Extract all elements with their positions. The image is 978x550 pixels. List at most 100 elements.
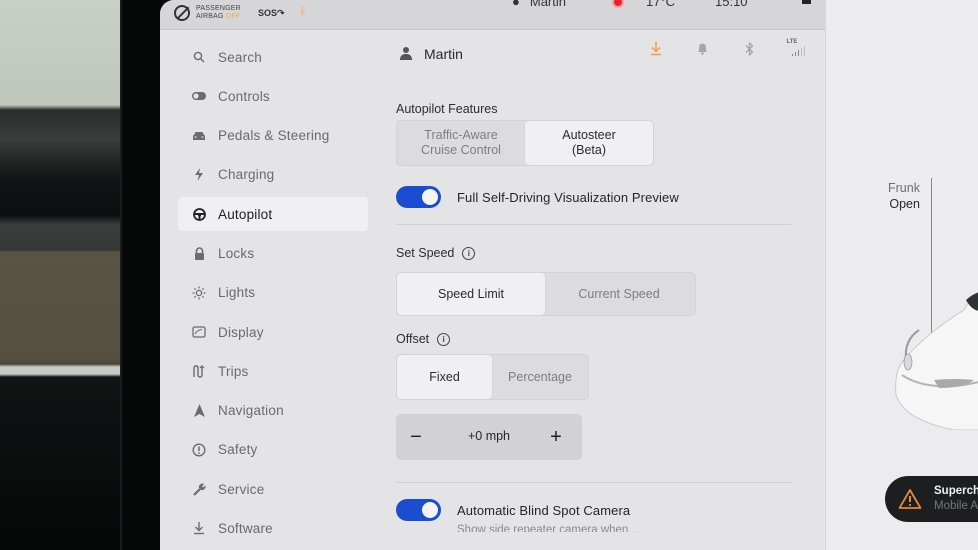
option-label-line2: Cruise Control bbox=[421, 143, 501, 157]
sidebar-item-safety[interactable]: Safety bbox=[178, 433, 368, 467]
sidebar-item-label: Locks bbox=[218, 245, 255, 261]
airbag-line2: AIRBAG bbox=[196, 13, 224, 20]
sidebar-item-search[interactable]: Search bbox=[178, 40, 368, 74]
offset-selector: Fixed Percentage bbox=[396, 354, 589, 400]
section-divider bbox=[396, 482, 791, 483]
autopilot-features-label: Autopilot Features bbox=[396, 102, 796, 116]
header-icons: LTE bbox=[632, 39, 820, 61]
alert-circle-icon bbox=[192, 443, 206, 457]
option-label-line2: (Beta) bbox=[571, 143, 607, 157]
option-label: Fixed bbox=[429, 369, 460, 384]
dashcam-record-icon[interactable] bbox=[612, 0, 624, 8]
sos-button[interactable]: SOS↷ bbox=[258, 8, 285, 19]
warning-triangle-icon bbox=[898, 489, 922, 509]
option-autosteer-beta[interactable]: Autosteer (Beta) bbox=[525, 121, 653, 165]
toggle-icon bbox=[192, 89, 206, 103]
sidebar-item-label: Software bbox=[218, 521, 273, 537]
blind-spot-camera-description: Show side repeater camera when... bbox=[457, 524, 638, 532]
frunk-label: Frunk bbox=[888, 181, 920, 195]
trips-icon bbox=[192, 364, 206, 378]
section-divider bbox=[396, 224, 791, 225]
airbag-off-icon bbox=[174, 5, 190, 21]
car-icon bbox=[192, 129, 206, 143]
frunk-status[interactable]: Frunk Open bbox=[888, 180, 920, 212]
outside-temperature: 17°C bbox=[646, 0, 676, 9]
sidebar-item-software[interactable]: Software bbox=[178, 512, 368, 546]
car-render bbox=[895, 292, 978, 430]
supercharger-alert[interactable]: Superchar... Mobile A... bbox=[885, 476, 978, 522]
autopilot-features-heading: Autopilot Features bbox=[396, 102, 498, 116]
alert-text: Superchar... Mobile A... bbox=[934, 484, 978, 514]
increase-offset-button[interactable]: + bbox=[536, 414, 576, 460]
lock-status-icon[interactable] bbox=[802, 0, 811, 4]
profile-name: Martin bbox=[529, 0, 566, 9]
offset-heading: Offset bbox=[396, 332, 430, 346]
option-traffic-aware-cruise-control[interactable]: Traffic-Aware Cruise Control bbox=[397, 121, 525, 165]
plus-icon: + bbox=[550, 425, 562, 448]
sidebar-item-label: Controls bbox=[218, 88, 270, 104]
option-fixed[interactable]: Fixed bbox=[397, 355, 492, 399]
blind-spot-camera-toggle[interactable] bbox=[396, 499, 441, 521]
navigation-arrow-icon bbox=[192, 404, 206, 418]
wrench-icon bbox=[192, 482, 206, 496]
background-scene bbox=[0, 0, 125, 550]
sidebar-item-locks[interactable]: Locks bbox=[178, 236, 368, 270]
sidebar-item-charging[interactable]: Charging bbox=[178, 158, 368, 192]
option-speed-limit[interactable]: Speed Limit bbox=[397, 273, 545, 315]
bell-icon[interactable] bbox=[679, 42, 726, 61]
profile-name: Martin bbox=[424, 46, 463, 62]
status-bar: PASSENGER AIRBAG OFF SOS↷ ⤓ ● Martin 17°… bbox=[160, 0, 825, 30]
autopilot-features-selector: Traffic-Aware Cruise Control Autosteer (Be… bbox=[396, 120, 654, 166]
steering-wheel-icon bbox=[192, 207, 206, 221]
sidebar-item-label: Search bbox=[218, 49, 262, 65]
passenger-airbag-indicator: PASSENGER AIRBAG OFF bbox=[174, 5, 241, 21]
sun-icon bbox=[192, 286, 206, 300]
fsd-visualization-preview-row: Full Self-Driving Visualization Preview bbox=[396, 186, 796, 208]
info-icon[interactable]: i bbox=[437, 332, 451, 346]
airbag-line1: PASSENGER bbox=[196, 5, 241, 12]
sidebar-item-autopilot[interactable]: Autopilot bbox=[178, 197, 368, 232]
sidebar-item-label: Autopilot bbox=[218, 206, 273, 222]
set-speed-selector: Speed Limit Current Speed bbox=[396, 272, 696, 316]
lte-signal-icon: LTE bbox=[773, 39, 820, 61]
sidebar-item-label: Display bbox=[218, 324, 264, 340]
screen-bezel bbox=[120, 0, 162, 550]
lte-label: LTE bbox=[786, 39, 798, 45]
offset-label-row: Offset i bbox=[396, 332, 796, 346]
set-speed-label-row: Set Speed i bbox=[396, 246, 796, 260]
offset-stepper: − +0 mph + bbox=[396, 414, 582, 460]
sidebar-item-label: Service bbox=[218, 481, 265, 497]
download-icon[interactable] bbox=[632, 42, 679, 61]
fsd-visualization-preview-label: Full Self-Driving Visualization Preview bbox=[457, 189, 679, 205]
person-icon: ● bbox=[512, 0, 520, 9]
sidebar-item-navigation[interactable]: Navigation bbox=[178, 394, 368, 428]
sidebar-item-trips[interactable]: Trips bbox=[178, 354, 368, 388]
option-label: Speed Limit bbox=[437, 286, 504, 301]
bluetooth-icon[interactable] bbox=[726, 41, 773, 61]
alert-title: Superchar... bbox=[934, 485, 978, 497]
download-icon bbox=[192, 522, 206, 536]
sidebar-item-controls[interactable]: Controls bbox=[178, 79, 368, 113]
option-percentage[interactable]: Percentage bbox=[492, 355, 588, 399]
profile-button[interactable]: Martin bbox=[400, 46, 463, 62]
sidebar-item-pedals-steering[interactable]: Pedals & Steering bbox=[178, 119, 368, 153]
sidebar-item-display[interactable]: Display bbox=[178, 315, 368, 349]
sidebar-item-label: Lights bbox=[218, 285, 256, 301]
driver-profile-button[interactable]: ● Martin bbox=[512, 0, 566, 9]
info-icon[interactable]: i bbox=[462, 246, 476, 260]
settings-sidebar: Search Controls Pedals & Steering Chargi… bbox=[178, 40, 368, 550]
settings-header: Martin LTE bbox=[396, 36, 805, 76]
software-update-icon[interactable]: ⤓ bbox=[300, 3, 305, 18]
vehicle-status-panel: Frunk Open Superchar... bbox=[825, 0, 978, 550]
option-label: Current Speed bbox=[578, 286, 660, 301]
person-icon bbox=[400, 47, 412, 61]
blind-spot-camera-row: Automatic Blind Spot Camera bbox=[396, 499, 796, 521]
lightning-icon bbox=[192, 168, 206, 182]
option-label: Percentage bbox=[508, 369, 572, 384]
sidebar-item-label: Safety bbox=[218, 442, 258, 458]
sidebar-item-service[interactable]: Service bbox=[178, 472, 368, 506]
option-current-speed[interactable]: Current Speed bbox=[545, 273, 693, 315]
sidebar-item-lights[interactable]: Lights bbox=[178, 276, 368, 310]
airbag-state: OFF bbox=[225, 13, 241, 20]
fsd-visualization-preview-toggle[interactable] bbox=[396, 186, 441, 208]
